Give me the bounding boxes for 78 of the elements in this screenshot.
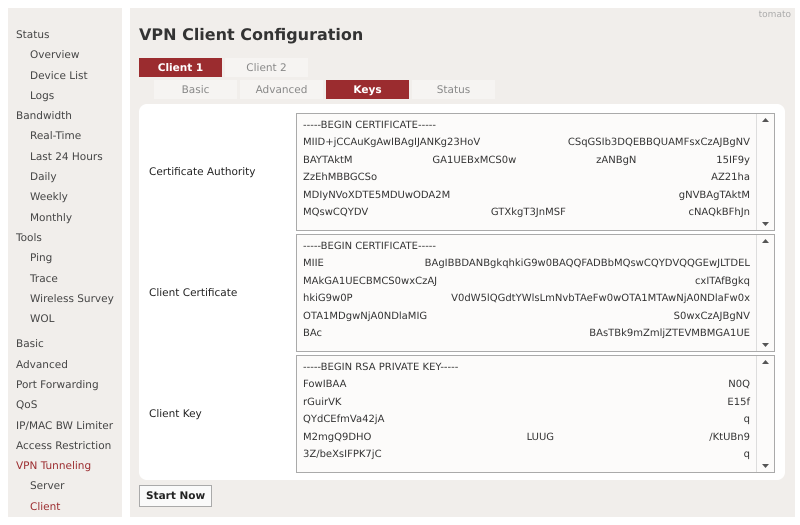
text-fragment: BAc [303, 326, 322, 341]
text-fragment: MAkGA1UECBMCS0wxCzAJ [303, 274, 438, 289]
text-fragment: QYdCEfmVa42jA [303, 413, 384, 428]
text-area[interactable] [296, 234, 775, 352]
text-fragment: N0Q [728, 378, 750, 392]
text-fragment: q [744, 413, 750, 428]
text-fragment: -----BEGIN CERTIFICATE----- [303, 119, 436, 133]
sidebar-item[interactable]: Daily [16, 167, 122, 188]
scroll-up-icon[interactable] [762, 118, 769, 122]
text-fragment: MDIyNVoXDTE5MDUwODA2M [303, 188, 450, 203]
text-fragment: /KtUBn9 [709, 430, 750, 445]
sidebar-item[interactable]: Port Forwarding [16, 374, 122, 396]
text-fragment: ZzEhMBBGCSo [303, 171, 378, 186]
sidebar-item[interactable]: Monthly [16, 208, 122, 228]
text-fragment: GTXkgT3JnMSF [490, 206, 566, 220]
page-title: VPN Client Configuration [139, 25, 364, 44]
sidebar-item[interactable]: Weekly [16, 187, 122, 208]
text-fragment: 3Z/beXsIFPK7jC [303, 448, 382, 462]
text-fragment: 15IF9y [716, 154, 750, 168]
text-fragment: -----BEGIN CERTIFICATE----- [303, 240, 436, 254]
text-fragment: LUUG [526, 430, 554, 445]
brand-label: tomato [758, 10, 791, 20]
text-fragment: M2mgQ9DHO [303, 430, 372, 445]
text-fragment: q [744, 448, 750, 462]
sidebar-item[interactable]: WOL [16, 309, 122, 330]
text-fragment: MIIE [303, 257, 324, 272]
sidebar-item[interactable]: Wireless Survey [16, 288, 122, 310]
text-fragment: hkiG9w0P [303, 292, 353, 306]
text-fragment: rGuirVK [303, 396, 342, 410]
sidebar-item[interactable]: Status [16, 25, 122, 46]
text-area[interactable] [296, 113, 775, 231]
text-fragment: BAgIBBDANBgkqhkiG9w0BAQQFADBbMQswCQYDVQQGEwJLTDEL [424, 257, 750, 272]
sidebar-item[interactable]: Access Restriction [16, 436, 122, 456]
sidebar-item[interactable]: QoS [16, 395, 122, 416]
text-fragment: AZ21ha [711, 171, 750, 186]
text-fragment: BAsTBk9mZmljZTEVMBMGA1UE [589, 326, 750, 341]
sidebar-item[interactable]: Server [16, 476, 122, 497]
text-fragment: FowIBAA [303, 378, 346, 392]
sidebar-item[interactable]: Real-Time [16, 126, 122, 147]
text-fragment: -----BEGIN RSA PRIVATE KEY----- [303, 361, 458, 375]
sidebar-item[interactable]: Bandwidth [16, 106, 122, 126]
client-tab[interactable]: Client 1 [139, 58, 222, 77]
scroll-up-icon[interactable] [762, 239, 769, 243]
section-tab[interactable]: Keys [326, 80, 409, 99]
scroll-down-icon[interactable] [762, 222, 769, 226]
text-fragment: E15f [727, 396, 750, 410]
scroll-down-icon[interactable] [762, 464, 769, 468]
scroll-down-icon[interactable] [762, 343, 769, 347]
text-fragment: CSqGSIb3DQEBBQUAMFsxCzAJBgNV [568, 136, 750, 150]
text-fragment: MQswCQYDV [303, 206, 368, 220]
sidebar-item[interactable]: Tools [16, 228, 122, 248]
text-fragment: cxITAfBgkq [694, 274, 750, 289]
sidebar-item[interactable]: Trace [16, 268, 122, 289]
sidebar-item[interactable]: IP/MAC BW Limiter [16, 416, 122, 436]
sidebar-item[interactable]: Client [16, 496, 122, 517]
sidebar-item[interactable]: Last 24 Hours [16, 146, 122, 168]
text-fragment: cNAQkBFhJn [688, 206, 750, 220]
text-area[interactable]: -----BEGIN RSA PRIVATE KEY----- FowIBAA N0Q rGuirVK E15f QYdCEfmVa42jA q M2mgQ9DHO LUUG /KtUBn9 3Z/beXsIFPK7jC q [296, 355, 775, 473]
text-fragment: OTA1MDgwNjA0NDlaMIG [303, 310, 428, 324]
text-fragment: gNVBAgTAktM [678, 188, 750, 203]
sidebar-item[interactable]: Basic [16, 334, 122, 355]
text-fragment: zANBgN [596, 154, 636, 168]
sidebar-item[interactable]: Advanced [16, 354, 122, 375]
text-fragment: S0wxCzAJBgNV [674, 310, 750, 324]
text-fragment: MIID+jCCAuKgAwIBAgIJANKg23HoV [303, 136, 480, 150]
text-fragment: GA1UEBxMCS0w [432, 154, 516, 168]
field-label: Client Key [149, 408, 203, 420]
scroll-up-icon[interactable] [762, 360, 769, 364]
sidebar-item[interactable]: Logs [16, 86, 122, 106]
sidebar-item[interactable]: VPN Tunneling [16, 456, 122, 476]
sidebar-item[interactable]: Overview [16, 45, 122, 66]
sidebar-item[interactable]: Device List [16, 66, 122, 86]
text-fragment: V0dW5lQGdtYWlsLmNvbTAeFw0wOTA1MTAwNjA0NDlaFw0x [451, 292, 750, 306]
text-fragment: BAYTAktM [303, 154, 353, 168]
start-button[interactable]: Start Now [139, 485, 212, 507]
sidebar-item[interactable]: Ping [16, 248, 122, 269]
field-label: Certificate Authority [149, 166, 256, 178]
field-label: Client Certificate [149, 287, 238, 299]
